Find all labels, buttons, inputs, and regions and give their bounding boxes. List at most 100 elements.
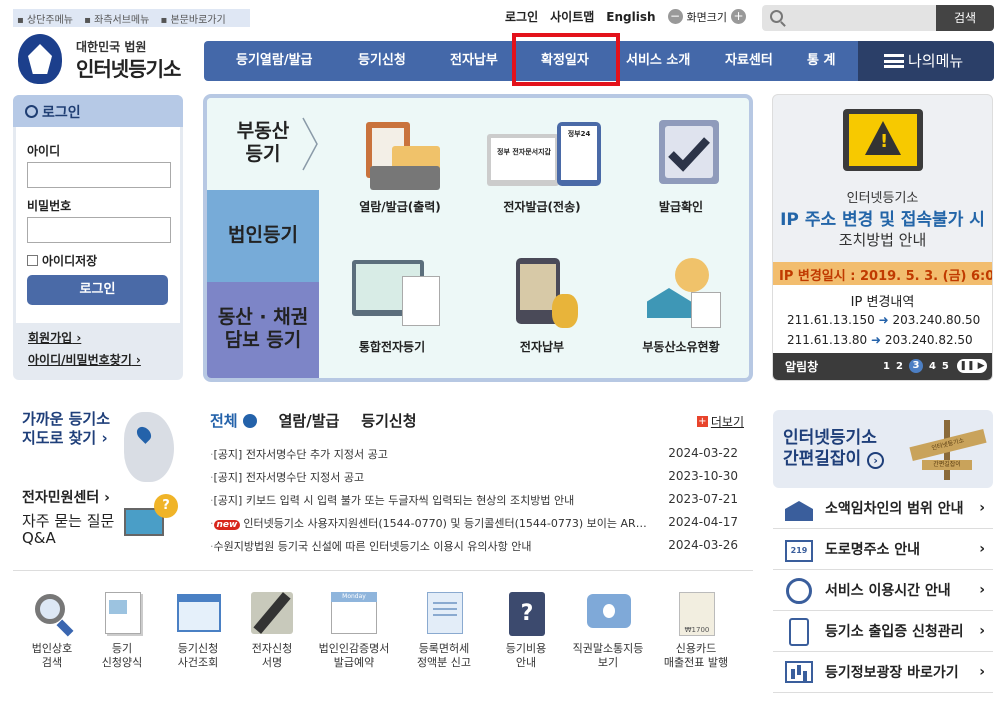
- form-document-icon: [99, 590, 145, 636]
- korea-map-icon: [124, 412, 174, 482]
- promo-title: 인터넷등기소 간편길잡이 ›: [783, 428, 885, 470]
- notice-row[interactable]: [공지] 키보드 입력 시 입력 불가 또는 두글자씩 입력되는 현상의 조치방…: [210, 487, 744, 510]
- tab-corporate[interactable]: 법인등기: [207, 190, 319, 282]
- fountain-pen-icon: [249, 590, 295, 636]
- quick-registry-forms[interactable]: 등기 신청양식: [83, 590, 161, 670]
- alert-pagination: 1 2 3 4 5: [883, 359, 949, 373]
- map-finder-link[interactable]: 가까운 등기소 지도로 찾기 ›: [22, 410, 110, 448]
- checkbox-icon[interactable]: [27, 255, 38, 266]
- zoom-out-icon[interactable]: −: [667, 9, 683, 24]
- nav-item-service-intro[interactable]: 서비스 소개: [626, 41, 690, 81]
- notice-row[interactable]: new인터넷등기소 사용자지원센터(1544-0770) 및 등기콜센터(154…: [210, 510, 744, 533]
- e-civil-center[interactable]: 전자민원센터 › 자주 묻는 질문 Q&A: [22, 490, 114, 547]
- service-e-issue[interactable]: 정부 전자문서지갑 정부24 전자발급(전송): [477, 118, 607, 215]
- tab-all[interactable]: 전체: [210, 410, 257, 431]
- service-e-payment[interactable]: 전자납부: [477, 258, 607, 355]
- arrow-circle-icon: ›: [867, 452, 885, 469]
- id-card-icon: [783, 616, 815, 646]
- highlight-box: [512, 33, 620, 86]
- search-icon: [770, 10, 783, 23]
- nav-item-statistics[interactable]: 통 계: [807, 41, 835, 81]
- zoom-in-icon[interactable]: +: [731, 9, 747, 24]
- link-service-hours[interactable]: 서비스 이용시간 안내 ›: [773, 570, 993, 611]
- quick-corp-name-search[interactable]: 법인상호 검색: [13, 590, 91, 670]
- tab-registry-apply[interactable]: 등기신청: [361, 410, 416, 431]
- quick-case-lookup[interactable]: 등기신청 사건조회: [159, 590, 237, 670]
- magnifier-icon: [29, 590, 75, 637]
- ip-notice-panel[interactable]: 인터넷등기소 IP 주소 변경 및 접속불가 시 조치방법 안내 IP 변경일시…: [772, 94, 993, 381]
- court-emblem-icon: [18, 34, 62, 84]
- new-badge: new: [213, 520, 241, 530]
- notice-row[interactable]: [공지] 전자서명수단 추가 지정서 공고2024-03-22: [210, 441, 744, 464]
- quick-card-receipt[interactable]: ₩1700 신용카드 매출전표 발행: [657, 590, 735, 670]
- tab-movable-property[interactable]: 동산 · 채권 담보 등기: [207, 282, 319, 378]
- join-link[interactable]: 회원가입 ›: [28, 327, 141, 349]
- chevron-right-icon: ›: [979, 664, 985, 680]
- nav-item-registry-apply[interactable]: 등기신청: [358, 41, 406, 81]
- page-3[interactable]: 3: [908, 359, 923, 373]
- password-input[interactable]: [27, 217, 171, 243]
- english-link[interactable]: English: [606, 10, 655, 24]
- skip-link-main-menu[interactable]: ▪ 상단주메뉴: [17, 15, 77, 26]
- power-icon: [25, 105, 38, 118]
- main-nav: 등기열람/발급 등기신청 전자납부 확정일자 서비스 소개 자료센터 통 계 나…: [204, 33, 994, 86]
- more-link[interactable]: + 더보기: [696, 413, 744, 430]
- chevron-down-icon: [242, 413, 257, 428]
- search-button[interactable]: 검색: [936, 5, 994, 31]
- login-title: 로그인: [42, 105, 81, 121]
- link-small-tenant[interactable]: 소액임차인의 범위 안내 ›: [773, 488, 993, 529]
- service-view-print[interactable]: 열람/발급(출력): [335, 118, 465, 215]
- notice-chat-icon: [585, 590, 631, 636]
- id-input[interactable]: [27, 162, 171, 188]
- quick-seal-cert-reserve[interactable]: Monday 법인인감증명서 발급예약: [315, 590, 393, 670]
- page-2[interactable]: 2: [896, 361, 903, 372]
- service-issue-verify[interactable]: 발급확인: [616, 118, 746, 215]
- signpost-icon: 인터넷등기소 간편길잡이: [908, 420, 988, 480]
- tab-view-issue[interactable]: 열람/발급: [279, 410, 340, 431]
- quick-registry-cost[interactable]: ? 등기비용 안내: [487, 590, 565, 670]
- page-5[interactable]: 5: [942, 361, 949, 372]
- login-link[interactable]: 로그인: [505, 8, 538, 25]
- nav-item-e-payment[interactable]: 전자납부: [450, 41, 498, 81]
- ip-row: 211.61.13.150 ➜ 203.240.80.50: [787, 313, 981, 327]
- site-logo[interactable]: 대한민국 법원 인터넷등기소: [18, 34, 188, 86]
- monitor-document-icon: [342, 258, 442, 330]
- ip-change-list: IP 변경내역 211.61.13.150 ➜ 203.240.80.50 21…: [773, 285, 992, 355]
- page-4[interactable]: 4: [929, 361, 936, 372]
- ip-notice-line3: 조치방법 안내: [838, 231, 927, 249]
- service-integrated-e-registry[interactable]: 통합전자등기: [327, 258, 457, 355]
- pause-play-icon[interactable]: ❚❚ ▶: [957, 359, 987, 373]
- notice-tabs: 전체 열람/발급 등기신청: [210, 410, 744, 431]
- notice-row[interactable]: 수원지방법원 등기국 신설에 따른 인터넷등기소 이용시 유의사항 안내2024…: [210, 533, 744, 556]
- checkmark-icon: [641, 118, 721, 190]
- save-id-checkbox[interactable]: 아이디저장: [27, 252, 169, 269]
- quick-cancellation-notice[interactable]: 직권말소통지등 보기: [569, 590, 647, 670]
- guide-promo[interactable]: 인터넷등기소 간편길잡이 › 인터넷등기소 간편길잡이: [773, 410, 993, 488]
- quick-e-sign[interactable]: 전자신청 서명: [233, 590, 311, 670]
- link-registry-data-plaza[interactable]: 등기정보광장 바로가기 ›: [773, 652, 993, 693]
- question-book-icon: ?: [503, 590, 549, 636]
- link-access-card[interactable]: 등기소 출입증 신청관리 ›: [773, 611, 993, 652]
- skip-link-content[interactable]: ▪ 본문바로가기: [161, 15, 230, 26]
- search-input[interactable]: [790, 8, 930, 28]
- chevron-right-icon: ›: [979, 582, 985, 598]
- browser-window-icon: [175, 590, 221, 636]
- notice-row[interactable]: [공지] 전자서명수단 지정서 공고2023-10-30: [210, 464, 744, 487]
- find-account-link[interactable]: 아이디/비밀번호찾기 ›: [28, 349, 141, 371]
- search-bar: 검색: [762, 5, 994, 31]
- link-road-address[interactable]: 219 도로명주소 안내 ›: [773, 529, 993, 570]
- sitemap-link[interactable]: 사이트맵: [550, 8, 594, 25]
- service-ownership-status[interactable]: 부동산소유현황: [616, 258, 746, 355]
- notice-board: 전체 열람/발급 등기신청 +더보기 [공지] 전자서명수단 추가 지정서 공고…: [210, 410, 744, 556]
- id-label: 아이디: [27, 144, 61, 158]
- my-menu-button[interactable]: 나의메뉴: [858, 41, 994, 81]
- house-owner-icon: [641, 258, 721, 330]
- page-1[interactable]: 1: [883, 361, 890, 372]
- nav-item-resource-center[interactable]: 자료센터: [725, 41, 773, 81]
- skip-link-sub-menu[interactable]: ▪ 좌측서브메뉴: [84, 15, 153, 26]
- login-button[interactable]: 로그인: [27, 275, 168, 305]
- tab-real-estate[interactable]: 부동산 등기: [207, 98, 319, 190]
- quick-license-tax[interactable]: 등록면허세 정액분 신고: [405, 590, 483, 670]
- divider: [13, 570, 753, 571]
- nav-item-registry-view[interactable]: 등기열람/발급: [236, 41, 313, 81]
